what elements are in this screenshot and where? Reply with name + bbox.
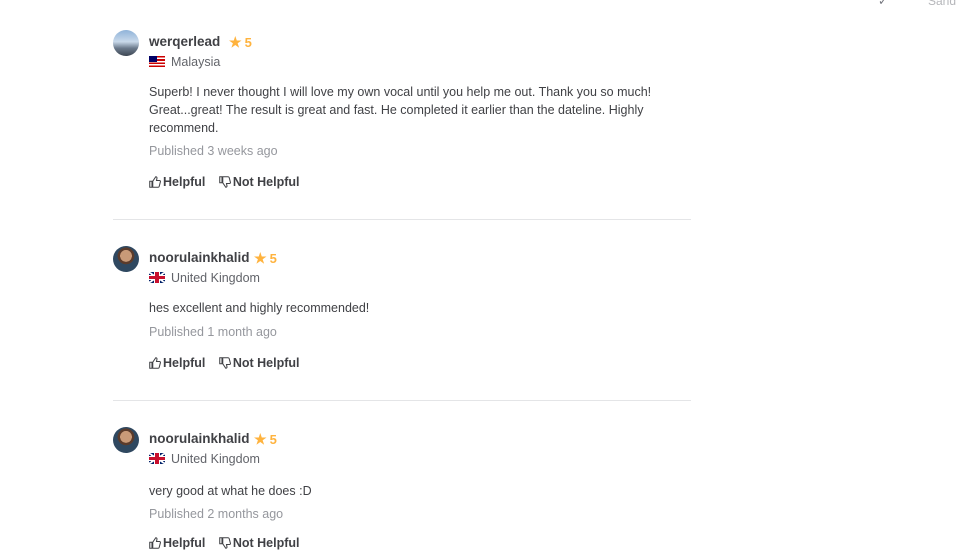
- not-helpful-button[interactable]: Not Helpful: [219, 536, 300, 550]
- review-actions: Helpful Not Helpful: [149, 536, 310, 550]
- review-divider: [113, 400, 691, 401]
- reviewer-username[interactable]: noorulainkhalid: [149, 431, 250, 446]
- helpful-label: Helpful: [163, 356, 206, 370]
- review-text: Superb! I never thought I will love my o…: [149, 85, 652, 135]
- avatar[interactable]: [113, 30, 139, 56]
- thumbs-down-icon: [219, 176, 231, 188]
- published-date: Published 1 month ago: [149, 325, 277, 339]
- rating-value: 5: [269, 432, 277, 447]
- review-actions: Helpful Not Helpful: [149, 175, 310, 189]
- helpful-button[interactable]: Helpful: [149, 536, 205, 550]
- reviewer-country: Malaysia: [149, 55, 220, 69]
- not-helpful-button[interactable]: Not Helpful: [219, 175, 300, 189]
- thumbs-up-icon: [149, 357, 161, 369]
- published-date: Published 3 weeks ago: [149, 144, 278, 158]
- not-helpful-button[interactable]: Not Helpful: [219, 356, 300, 370]
- review-text: very good at what he does :D: [149, 484, 312, 498]
- review-item: noorulainkhalid ★ 5 United Kingdom hes ex…: [113, 246, 691, 401]
- country-name: United Kingdom: [171, 271, 260, 285]
- review-text: hes excellent and highly recommended!: [149, 301, 370, 315]
- star-icon: ★: [229, 34, 242, 50]
- rating: ★ 5: [254, 431, 277, 448]
- reviewer-username[interactable]: noorulainkhalid: [149, 250, 250, 265]
- helpful-label: Helpful: [163, 536, 206, 550]
- thumbs-up-icon: [149, 537, 161, 549]
- published-date: Published 2 months ago: [149, 507, 284, 521]
- helpful-button[interactable]: Helpful: [149, 175, 205, 189]
- country-name: Malaysia: [171, 55, 221, 69]
- star-icon: ★: [254, 250, 267, 266]
- avatar[interactable]: [113, 427, 139, 453]
- helpful-label: Helpful: [163, 175, 206, 189]
- review-actions: Helpful Not Helpful: [149, 356, 310, 370]
- rating-value: 5: [244, 35, 252, 50]
- thumbs-up-icon: [149, 176, 161, 188]
- top-fragment: ✓ Sand: [878, 0, 956, 8]
- thumbs-down-icon: [219, 537, 231, 549]
- rating-value: 5: [269, 251, 277, 266]
- review-item: werqerlead ★ 5 Malaysia Superb! I never t…: [113, 30, 691, 220]
- not-helpful-label: Not Helpful: [232, 536, 300, 550]
- star-icon: ★: [254, 431, 267, 447]
- not-helpful-label: Not Helpful: [232, 175, 300, 189]
- rating: ★ 5: [254, 250, 277, 267]
- checkmark-fragment-icon: ✓: [877, 0, 889, 8]
- reviewer-username[interactable]: werqerlead: [149, 34, 220, 49]
- thumbs-down-icon: [219, 357, 231, 369]
- malaysia-flag-icon: [149, 56, 165, 67]
- reviewer-country: United Kingdom: [149, 271, 260, 285]
- uk-flag-icon: [149, 453, 165, 464]
- helpful-button[interactable]: Helpful: [149, 356, 205, 370]
- rating: ★ 5: [229, 34, 252, 51]
- not-helpful-label: Not Helpful: [232, 356, 300, 370]
- avatar[interactable]: [113, 246, 139, 272]
- reviewer-country: United Kingdom: [149, 452, 260, 466]
- review-item: noorulainkhalid ★ 5 United Kingdom very g…: [113, 427, 691, 550]
- top-fragment-text: Sand: [927, 0, 956, 8]
- uk-flag-icon: [149, 272, 165, 283]
- review-divider: [113, 219, 691, 220]
- country-name: United Kingdom: [171, 452, 260, 466]
